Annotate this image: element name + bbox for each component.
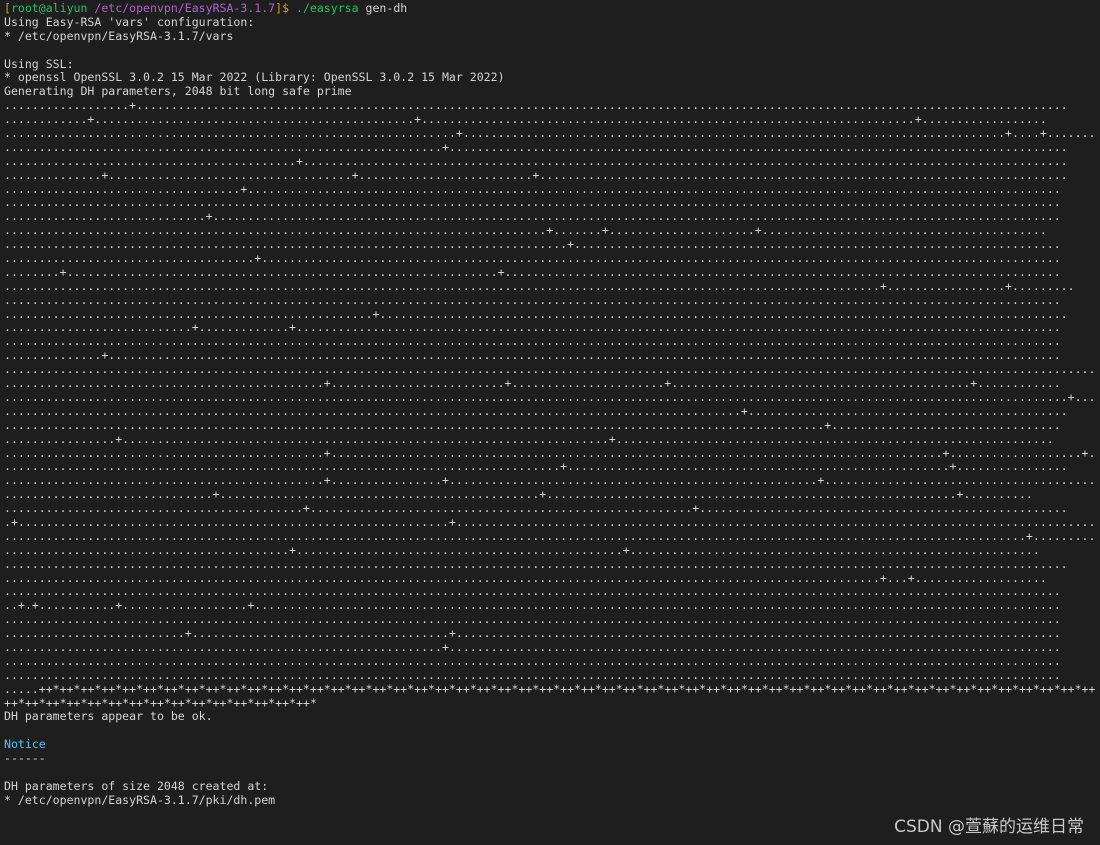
progress-line: ........................................… <box>4 127 1096 141</box>
progress-line: ........................................… <box>4 390 1096 404</box>
progress-line: ........................................… <box>4 613 1061 627</box>
progress-line: ........................................… <box>4 238 1061 252</box>
progress-line: ........................................… <box>4 154 1068 168</box>
progress-line: ....................................+...… <box>4 252 1061 266</box>
progress-line: ........................................… <box>4 460 1068 474</box>
progress-line: ........................................… <box>4 585 1061 599</box>
output-path-line: * /etc/openvpn/EasyRSA-3.1.7/pki/dh.pem <box>4 793 276 807</box>
progress-line: ........................................… <box>4 668 1061 682</box>
progress-line: ........................................… <box>4 363 1096 377</box>
progress-line: .............................+..........… <box>4 210 1061 224</box>
progress-line: ..................................+.....… <box>4 182 1061 196</box>
progress-line: ..............................+.........… <box>4 488 1033 502</box>
progress-line: ..........................+.............… <box>4 627 1061 641</box>
prompt-user: root@aliyun <box>10 2 88 15</box>
progress-line: ........................................… <box>4 654 1061 668</box>
notice-heading: Notice <box>4 738 46 752</box>
progress-line: ..............+.........................… <box>4 168 1068 182</box>
progress-line: ..............+.........................… <box>4 349 1061 363</box>
progress-line: ..................+.....................… <box>4 99 1068 113</box>
progress-line: ........................................… <box>4 543 1040 557</box>
dh-progress-output: ..................+.....................… <box>4 99 1096 710</box>
csdn-watermark: CSDN @萱蘇的运维日常 <box>894 817 1084 837</box>
progress-line: ........................................… <box>4 571 1047 585</box>
notice-underline: ------ <box>4 752 46 766</box>
progress-line: ..+.+...........+..................+....… <box>4 599 1061 613</box>
progress-line: ........................................… <box>4 335 1061 349</box>
progress-line: ........................................… <box>4 293 1061 307</box>
progress-line: ........................................… <box>4 224 1047 238</box>
terminal-window[interactable]: [root@aliyun /etc/openvpn/EasyRSA-3.1.7]… <box>0 0 1100 845</box>
output-line: DH parameters of size 2048 created at: <box>4 779 269 793</box>
prompt-close-bracket: ]$ <box>275 2 296 15</box>
intro-output: Using Easy-RSA 'vars' configuration: * /… <box>4 16 1096 99</box>
output-line: DH parameters appear to be ok. <box>4 710 213 724</box>
prompt-open-bracket: [ <box>4 2 11 15</box>
progress-line: ........................................… <box>4 640 1061 654</box>
progress-line: ........................................… <box>4 307 1068 321</box>
outro-output: DH parameters appear to be ok. Notice --… <box>4 710 1096 807</box>
progress-line: ........................................… <box>4 529 1096 543</box>
progress-line: ...........................+............… <box>4 321 1061 335</box>
output-line: * openssl OpenSSL 3.0.2 15 Mar 2022 (Lib… <box>4 71 505 85</box>
progress-line: ........................................… <box>4 377 1061 391</box>
progress-line: ............+...........................… <box>4 113 1047 127</box>
output-line: Using SSL: <box>4 57 74 71</box>
progress-line: ........................................… <box>4 418 1061 432</box>
progress-line: ........................................… <box>4 196 1061 210</box>
progress-line: ++*++*++*++*++*++*++*++*++*++*++*++*++*+… <box>4 696 317 710</box>
progress-line: ........................................… <box>4 502 1068 516</box>
progress-line: ........................................… <box>4 140 1068 154</box>
progress-line: ................+.......................… <box>4 432 1054 446</box>
progress-line: ........+...............................… <box>4 265 1061 279</box>
output-line: Generating DH parameters, 2048 bit long … <box>4 85 352 99</box>
command-prompt-line: [root@aliyun /etc/openvpn/EasyRSA-3.1.7]… <box>4 2 1096 16</box>
output-line: Using Easy-RSA 'vars' configuration: <box>4 15 255 29</box>
progress-line: .+......................................… <box>4 515 1096 529</box>
progress-line: .....++*++*++*++*++*++*++*++*++*++*++*++… <box>4 682 1096 696</box>
command-name: ./easyrsa <box>296 2 359 15</box>
prompt-path: /etc/openvpn/EasyRSA-3.1.7 <box>94 2 276 15</box>
output-line: * /etc/openvpn/EasyRSA-3.1.7/vars <box>4 29 234 43</box>
progress-line: ........................................… <box>4 474 1096 488</box>
progress-line: ........................................… <box>4 404 1068 418</box>
progress-line: ........................................… <box>4 446 1096 460</box>
progress-line: ........................................… <box>4 557 1068 571</box>
progress-line: ........................................… <box>4 279 1075 293</box>
command-args: gen-dh <box>358 2 408 15</box>
